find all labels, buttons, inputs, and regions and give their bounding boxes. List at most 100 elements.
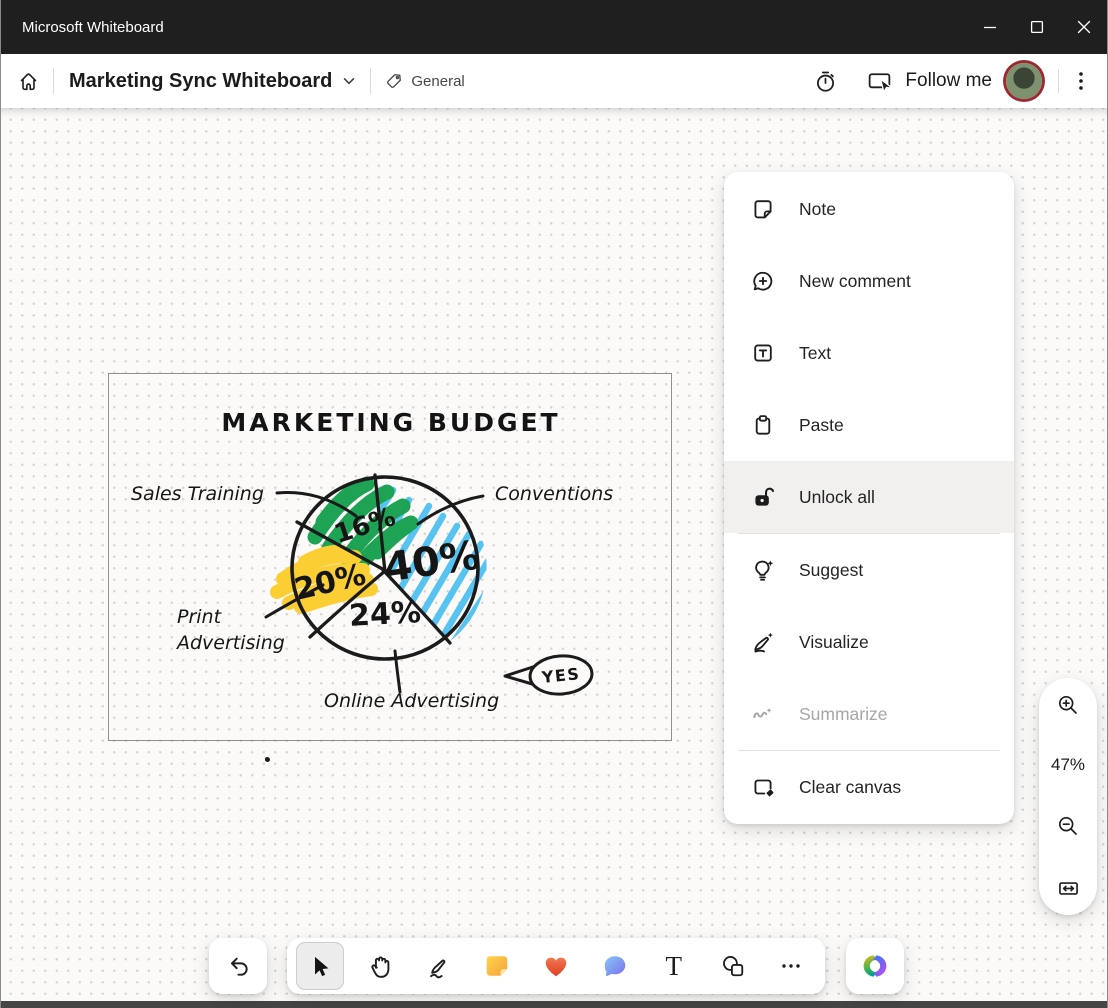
print-advertising-label-line2: Advertising: [175, 632, 285, 654]
more-options-button[interactable]: [1071, 69, 1091, 93]
tool-comment[interactable]: [591, 942, 639, 990]
drawing-title: MARKETING BUDGET: [221, 408, 560, 437]
menu-item-new-comment[interactable]: New comment: [724, 245, 1014, 317]
conventions-label: Conventions: [495, 483, 613, 505]
kebab-menu-icon: [1071, 69, 1091, 93]
menu-label: Visualize: [799, 632, 869, 653]
tag-label: General: [411, 73, 464, 90]
app-window: Microsoft Whiteboard Marketing Sync Whit…: [0, 0, 1108, 1008]
menu-item-paste[interactable]: Paste: [724, 389, 1014, 461]
more-dots-icon: [779, 954, 803, 978]
follow-me-label: Follow me: [905, 70, 992, 92]
zoom-panel: 47%: [1039, 678, 1097, 915]
minimize-icon: [983, 20, 997, 34]
menu-label: Summarize: [799, 704, 888, 725]
menu-item-suggest[interactable]: Suggest: [724, 534, 1014, 606]
heart-icon: [542, 952, 570, 980]
menu-label: Unlock all: [799, 487, 875, 508]
close-button[interactable]: [1060, 0, 1107, 54]
zoom-out-button[interactable]: [1056, 814, 1080, 838]
fit-to-width-icon: [1056, 876, 1081, 901]
tool-pen[interactable]: [414, 942, 462, 990]
summarize-icon: [750, 701, 776, 727]
note-icon: [750, 196, 776, 222]
yes-speech-bubble: YES: [505, 654, 593, 696]
timer-icon: [813, 69, 838, 94]
header-actions: Follow me: [813, 63, 1091, 99]
shapes-icon: [719, 952, 747, 980]
zoom-in-icon: [1056, 693, 1080, 717]
new-comment-icon: [750, 268, 776, 294]
minimize-button[interactable]: [966, 0, 1013, 54]
menu-item-summarize: Summarize: [724, 678, 1014, 750]
home-icon: [17, 70, 40, 93]
menu-item-note[interactable]: Note: [724, 173, 1014, 245]
menu-label: Text: [799, 343, 831, 364]
sales-training-label: Sales Training: [131, 483, 264, 505]
copilot-icon: [860, 951, 890, 981]
tool-pan[interactable]: [355, 942, 403, 990]
maximize-button[interactable]: [1013, 0, 1060, 54]
maximize-icon: [1030, 20, 1044, 34]
tool-sticky-note[interactable]: [473, 942, 521, 990]
zoom-level[interactable]: 47%: [1051, 755, 1085, 775]
tool-more[interactable]: [767, 942, 815, 990]
window-title: Microsoft Whiteboard: [1, 19, 966, 36]
online-advertising-label: Online Advertising: [324, 690, 499, 712]
pan-hand-icon: [366, 953, 393, 980]
text-icon: [750, 340, 776, 366]
home-button[interactable]: [17, 70, 40, 93]
title-bar: Microsoft Whiteboard: [1, 0, 1107, 54]
select-cursor-icon: [307, 953, 333, 979]
avatar[interactable]: [1006, 63, 1042, 99]
visualize-icon: [750, 629, 776, 655]
print-advertising-label-line1: Print: [177, 606, 223, 628]
menu-item-text[interactable]: Text: [724, 317, 1014, 389]
menu-label: Paste: [799, 415, 844, 436]
menu-label: New comment: [799, 271, 911, 292]
tool-heart[interactable]: [532, 942, 580, 990]
menu-item-unlock-all[interactable]: Unlock all: [724, 461, 1014, 533]
drawing-frame[interactable]: MARKETING BUDGET: [108, 373, 672, 741]
ink-dot: [265, 757, 270, 762]
sticky-note-icon: [483, 952, 511, 980]
undo-button[interactable]: [209, 938, 267, 994]
divider: [53, 68, 54, 94]
tool-shapes[interactable]: [709, 942, 757, 990]
menu-item-clear-canvas[interactable]: Clear canvas: [724, 751, 1014, 823]
tag-icon: [384, 71, 404, 91]
board-title[interactable]: Marketing Sync Whiteboard: [69, 70, 332, 93]
menu-label: Note: [799, 199, 836, 220]
close-icon: [1077, 20, 1091, 34]
window-bottom-edge: [1, 1001, 1107, 1008]
marketing-budget-drawing: MARKETING BUDGET: [109, 374, 673, 742]
divider: [1058, 69, 1059, 93]
tool-text[interactable]: T: [650, 942, 698, 990]
tool-select[interactable]: [296, 942, 344, 990]
zoom-in-button[interactable]: [1056, 693, 1080, 717]
chevron-down-icon: [341, 73, 357, 89]
clear-canvas-icon: [750, 774, 776, 800]
menu-label: Clear canvas: [799, 777, 901, 798]
canvas-context-menu: Note New comment Text: [724, 172, 1014, 824]
follow-me-icon: [866, 69, 893, 94]
copilot-button[interactable]: [846, 938, 904, 994]
online-advertising-value: 24%: [348, 595, 422, 634]
board-title-dropdown[interactable]: [341, 73, 357, 89]
whiteboard-canvas[interactable]: MARKETING BUDGET: [1, 108, 1107, 1001]
suggest-icon: [750, 557, 776, 583]
fit-to-width-button[interactable]: [1056, 876, 1081, 901]
app-header: Marketing Sync Whiteboard General: [1, 54, 1107, 108]
paste-icon: [750, 412, 776, 438]
comment-bubble-icon: [601, 952, 629, 980]
ink-pen-icon: [425, 953, 452, 980]
tool-bar: T: [287, 938, 825, 994]
follow-me-button[interactable]: Follow me: [866, 69, 992, 94]
undo-icon: [225, 953, 251, 979]
board-tag[interactable]: General: [384, 71, 464, 91]
zoom-out-icon: [1056, 814, 1080, 838]
timer-button[interactable]: [813, 69, 838, 94]
menu-item-visualize[interactable]: Visualize: [724, 606, 1014, 678]
divider: [370, 68, 371, 94]
unlock-icon: [750, 484, 776, 510]
